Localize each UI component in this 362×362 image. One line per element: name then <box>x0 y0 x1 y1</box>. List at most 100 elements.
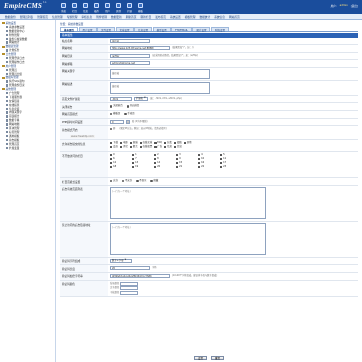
watermark: www.hwsbtp.com <box>70 135 95 138</box>
topnav-item[interactable]: 用户 <box>102 1 113 13</box>
checkbox-option[interactable]: 在线投票 <box>139 145 152 149</box>
tab-item[interactable]: 图片设置 <box>192 27 211 32</box>
ext-select[interactable]: 扩展名 ▼ <box>134 96 148 101</box>
site-url-input[interactable]: http://www.123.0fcusma.net:8888/ <box>110 46 170 51</box>
email-input[interactable]: admin@phome.net <box>110 61 150 66</box>
menubar-link[interactable]: 数据更新 <box>109 15 124 19</box>
submit-button[interactable]: 设置 <box>193 355 207 361</box>
topnav-item[interactable]: 信息 <box>80 1 91 13</box>
menubar-link[interactable]: 专题管理 <box>65 15 80 19</box>
page-icon <box>6 134 8 138</box>
page-icon <box>6 138 8 142</box>
column-checkbox[interactable]: 18 <box>110 165 132 169</box>
nav-icon <box>116 3 121 8</box>
checkbox <box>198 162 201 165</box>
checkbox-option[interactable]: 信息 <box>173 145 182 149</box>
tab-item[interactable]: 用户设置 <box>78 27 97 32</box>
checkbox <box>173 142 177 145</box>
radio-invisible[interactable]: 隐藏 <box>150 179 158 183</box>
menubar-link[interactable]: 发布首页 <box>153 15 168 19</box>
verify-key-input[interactable]: AfdZwtdu4uyJ4vjZ6hlZyhIcyYS8K <box>110 274 170 279</box>
verify-chars-select[interactable]: 数字+字母 ▼ <box>110 258 132 263</box>
site-name-input[interactable]: 演示站 <box>110 38 150 43</box>
label: 允许前台提交的信息 <box>60 140 108 152</box>
folder-icon <box>2 22 5 25</box>
checkbox-option[interactable]: 会员 <box>110 145 118 149</box>
checkbox-option[interactable]: 信息 <box>164 145 172 149</box>
checkbox <box>129 146 133 149</box>
topnav-item[interactable]: 扩展 <box>124 1 135 13</box>
radio-template-mode[interactable]: 模板页 <box>110 112 120 116</box>
topnav-item[interactable]: 插件 <box>91 1 102 13</box>
banned-links-textarea[interactable]: (一行为一个地址) <box>110 222 266 255</box>
page-icon <box>6 72 8 75</box>
stepper-button[interactable]: ⇕ <box>126 119 130 124</box>
column-checkbox[interactable]: 23 <box>220 165 242 169</box>
verify-length-input[interactable]: 20 <box>110 266 150 271</box>
checkbox <box>198 154 201 157</box>
row-site-name: 站点名称 演示站 <box>60 37 358 46</box>
column-checkbox[interactable]: 20 <box>154 165 176 169</box>
menubar-link[interactable]: 网站首页 <box>227 15 242 19</box>
tab-item[interactable]: 文件设置 <box>97 27 116 32</box>
topnav-item[interactable]: 其他 <box>113 1 124 13</box>
topnav-item[interactable]: 系统 <box>58 1 69 13</box>
index-ext-input[interactable]: .html <box>110 96 132 101</box>
tab-item[interactable]: 信息设置 <box>134 27 153 32</box>
radio-ip-on[interactable]: 开 <box>110 127 115 131</box>
column-checkbox[interactable]: 19 <box>132 165 154 169</box>
tab-item[interactable]: 模型设置 <box>152 27 171 32</box>
sidebar-item-label: 网站地图 <box>9 123 20 127</box>
sidebar-item[interactable]: 扩展变量 <box>2 146 55 151</box>
checkbox-option[interactable]: 留言 <box>129 145 138 149</box>
settings-tabs: 基本属性 用户设置 文件设置 文章设置 信息设置 模型设置 FTP/EMAIL 图片设置 附加设… <box>60 27 358 32</box>
php-timeout-input[interactable]: 0 <box>110 119 124 124</box>
menubar-link[interactable]: 审核信息 <box>79 15 94 19</box>
column-checkbox[interactable]: 22 <box>198 165 220 169</box>
menubar-link[interactable]: 系统信息 <box>212 15 227 19</box>
tab-item[interactable]: 文章设置 <box>115 27 134 32</box>
page-icon <box>6 107 8 110</box>
fg-color-input[interactable] <box>120 286 139 291</box>
logout-link[interactable]: [退出] <box>351 4 358 8</box>
sidebar-item-label: 管理操作日志 <box>9 61 25 64</box>
valid-pages-textarea[interactable]: (一行为一个地址) <box>110 186 266 219</box>
description-textarea[interactable]: 演示站 <box>110 81 210 94</box>
menubar-link[interactable]: 模板管理 <box>183 15 198 19</box>
menubar-link[interactable]: 系统设置 <box>168 15 183 19</box>
tab-item[interactable]: FTP/EMAIL <box>171 27 192 32</box>
menubar-link[interactable]: 信息管理 <box>50 15 65 19</box>
checkbox-option[interactable]: 广告 <box>154 145 162 149</box>
keywords-textarea[interactable]: 演示站 <box>110 68 210 79</box>
noise-color-input[interactable] <box>120 290 139 295</box>
menubar-link[interactable]: 数据备份 <box>3 15 18 19</box>
radio-allow[interactable]: 允许 <box>110 179 118 183</box>
radio-deny[interactable]: 不允许 <box>121 179 132 183</box>
radio-close[interactable]: 关闭前台 <box>110 104 123 108</box>
menubar-link[interactable]: 附件管理 <box>94 15 109 19</box>
reset-button[interactable]: 重置 <box>211 355 225 361</box>
radio-open[interactable]: 开启前台 <box>126 104 139 108</box>
tab-item[interactable]: 附加设置 <box>210 27 229 32</box>
topnav-item[interactable]: 模板 <box>135 1 146 13</box>
menubar-link[interactable]: 管理首页 <box>35 15 50 19</box>
checkbox-option[interactable]: 评论 <box>119 145 128 149</box>
menubar-link[interactable]: 管理员列表 <box>18 15 35 19</box>
site-path-input[interactable]: /e/ftp/ <box>110 53 150 58</box>
menubar-link[interactable]: 数据统计 <box>197 15 212 19</box>
radio-manual-mode[interactable]: 手动页 <box>124 112 135 116</box>
row-verify-key: 验证码加密字符串 AfdZwtdu4uyJ4vjZ6hlZyhIcyYS8K (10… <box>60 273 358 281</box>
checkbox-option[interactable]: 其他 <box>183 141 192 145</box>
radio-hide[interactable]: 不显示 <box>136 179 146 183</box>
menubar-link[interactable]: 刷新首页 <box>124 15 139 19</box>
label: PHP超时时间设置 <box>60 118 108 126</box>
bg-color-input[interactable] <box>120 281 139 286</box>
page-icon <box>6 84 8 87</box>
empirecms-logo[interactable]: EmpireCMS7.5 <box>4 2 46 10</box>
topnav-item[interactable]: 栏目 <box>69 1 80 13</box>
tab-item[interactable]: 基本属性 <box>60 27 79 32</box>
column-checkbox[interactable]: 21 <box>176 165 198 169</box>
sidebar-item-label: 系统参数设置 <box>9 25 25 29</box>
menubar-link[interactable]: 刷新栏目 <box>138 15 153 19</box>
username[interactable]: admin <box>340 4 348 8</box>
